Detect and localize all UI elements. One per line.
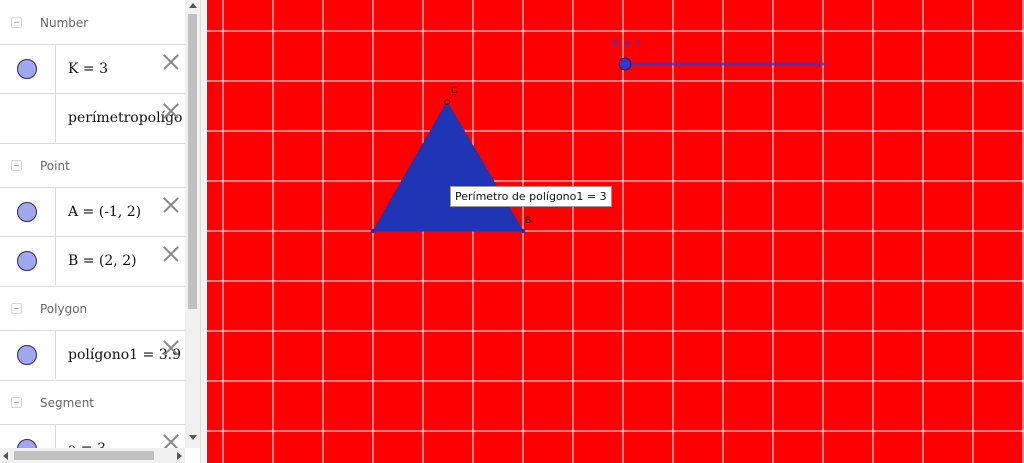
algebra-row-k[interactable]: K = 3 [0, 44, 185, 93]
horizontal-scrollbar[interactable] [0, 448, 185, 463]
collapse-icon[interactable] [11, 17, 22, 28]
algebra-row-b[interactable]: B = (2, 2) [0, 236, 185, 285]
scroll-left-icon[interactable] [3, 452, 8, 460]
point-b[interactable] [520, 228, 526, 234]
collapse-icon[interactable] [11, 302, 22, 314]
visibility-toggle-icon[interactable] [17, 59, 37, 79]
visibility-toggle-icon[interactable] [17, 202, 37, 222]
category-label: Polygon [40, 301, 88, 316]
graphics-view[interactable]: K = 3 C B Perímetro de polígono1 = 3 [207, 0, 1024, 463]
slider-handle[interactable] [618, 57, 632, 71]
point-b-label: B [525, 216, 532, 226]
triangle-polygon[interactable] [372, 101, 524, 232]
visibility-toggle-icon[interactable] [17, 345, 37, 365]
visibility-toggle-icon[interactable] [17, 251, 37, 271]
category-point[interactable]: Point [0, 143, 185, 187]
graphics-canvas[interactable] [207, 0, 1024, 463]
scrollbar-thumb[interactable] [14, 451, 154, 460]
algebra-view: Number K = 3 perímetropolígono1 Point A … [0, 0, 200, 463]
slider-label: K = 3 [613, 38, 641, 49]
vertical-scrollbar[interactable] [185, 0, 200, 448]
category-segment[interactable]: Segment [0, 380, 185, 424]
perimeter-text-box[interactable]: Perímetro de polígono1 = 3 [450, 186, 612, 207]
point-c-label: C [451, 86, 458, 96]
algebra-row-polygon[interactable]: polígono1 = 3.9 [0, 330, 185, 379]
delete-icon[interactable] [162, 102, 180, 120]
collapse-icon[interactable] [11, 396, 22, 408]
delete-icon[interactable] [162, 339, 180, 357]
algebra-row-a[interactable]: A = (-1, 2) [0, 187, 185, 236]
visibility-cell [0, 188, 56, 236]
delete-icon[interactable] [162, 53, 180, 71]
visibility-cell [0, 45, 56, 93]
scrollbar-thumb[interactable] [188, 14, 197, 309]
panel-divider[interactable] [200, 0, 207, 463]
delete-icon[interactable] [162, 196, 180, 214]
category-label: Number [40, 16, 89, 30]
category-number[interactable]: Number [0, 1, 185, 45]
visibility-cell [0, 331, 56, 379]
category-polygon[interactable]: Polygon [0, 286, 185, 330]
scroll-down-icon[interactable] [189, 435, 197, 440]
scroll-right-icon[interactable] [177, 452, 182, 460]
collapse-icon[interactable] [11, 159, 22, 171]
visibility-cell [0, 237, 56, 285]
point-c[interactable] [444, 99, 450, 105]
algebra-row-perimeter[interactable]: perímetropolígono1 [0, 93, 185, 142]
delete-icon[interactable] [162, 245, 180, 263]
grid [207, 0, 1024, 463]
scroll-up-icon[interactable] [189, 3, 197, 8]
category-label: Point [40, 158, 70, 173]
category-label: Segment [40, 395, 94, 410]
point-a[interactable] [370, 228, 376, 234]
visibility-cell [0, 94, 56, 142]
